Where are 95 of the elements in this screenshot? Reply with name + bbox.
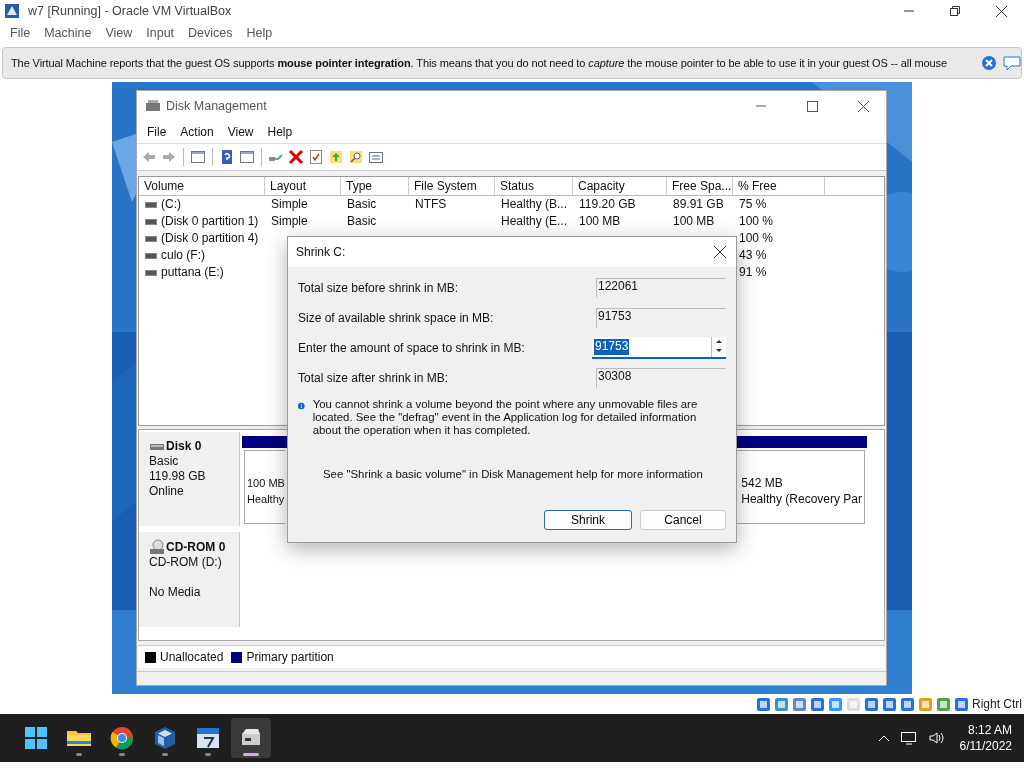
field-label: Size of available shrink space in MB: xyxy=(298,311,494,325)
table-cell-text: 43 % xyxy=(738,247,768,264)
table-cell-text: 100 MB xyxy=(672,213,716,230)
readonly-field: 122061 xyxy=(596,278,726,298)
table-cell-text: 89.91 GB xyxy=(672,196,725,213)
column-header[interactable]: Layout xyxy=(265,177,341,195)
cd-drive-icon xyxy=(149,539,165,555)
folder-search-icon[interactable] xyxy=(348,149,364,165)
field-label: Total size before shrink in MB: xyxy=(298,281,459,295)
legend-label: Unallocated xyxy=(160,650,224,664)
menu-item[interactable]: Help xyxy=(239,26,280,40)
disk-management-icon xyxy=(145,99,161,113)
table-cell-text: Simple xyxy=(270,213,309,230)
table-cell-text: NTFS xyxy=(414,196,448,213)
delete-icon[interactable] xyxy=(288,149,304,165)
table-cell: puttana (E:) xyxy=(139,264,265,281)
menu-item[interactable]: View xyxy=(98,26,140,40)
table-cell-text: 100 % xyxy=(738,213,775,230)
table-cell-text: 100 MB xyxy=(578,213,622,230)
table-cell: (Disk 0 partition 4) xyxy=(139,230,265,247)
table-cell-text: Healthy (B... xyxy=(500,196,569,213)
folder-up-icon[interactable] xyxy=(328,149,344,165)
info-message: You cannot shrink a volume beyond the point where any unmovable files are located. See the "defrag" event in the Application log for detailed information about the operation when it has completed. xyxy=(312,398,699,437)
checklist-icon[interactable] xyxy=(308,149,324,165)
disk-info: Online xyxy=(149,484,185,499)
panel-icon[interactable] xyxy=(190,149,206,165)
field-label: Total size after shrink in MB: xyxy=(298,371,449,385)
column-header[interactable]: Capacity xyxy=(573,177,667,195)
menu-item[interactable]: File xyxy=(3,26,38,40)
panel-icon[interactable] xyxy=(239,149,255,165)
column-header[interactable]: File System xyxy=(409,177,495,195)
partition-size: 100 MB xyxy=(247,476,285,491)
table-cell-text: Basic xyxy=(346,196,378,213)
disk-info: No Media xyxy=(149,585,202,600)
table-cell-text: Basic xyxy=(346,213,378,230)
host-key-label: Right Ctrl xyxy=(972,697,1022,711)
help-icon[interactable] xyxy=(219,149,235,165)
table-cell-text: 119.20 GB xyxy=(578,196,637,213)
table-cell: (C:) xyxy=(139,196,265,213)
menu-item[interactable]: Help xyxy=(260,125,300,139)
partition-block[interactable]: 542 MB Healthy (Recovery Par xyxy=(736,450,865,524)
legend-label: Primary partition xyxy=(246,650,334,664)
disk-info: CD-ROM (D:) xyxy=(149,555,223,570)
cancel-button[interactable]: Cancel xyxy=(640,510,726,530)
start-button[interactable] xyxy=(24,726,48,750)
menu-item[interactable]: File xyxy=(140,125,174,139)
column-header[interactable]: Status xyxy=(495,177,573,195)
taskbar-app[interactable] xyxy=(231,718,271,758)
table-cell-text: 100 % xyxy=(738,230,775,247)
window-title: Disk Management xyxy=(166,99,267,113)
menu-item[interactable]: Devices xyxy=(181,26,240,40)
partition-status: Healthy xyxy=(247,492,285,507)
number-field[interactable]: 91753 xyxy=(592,337,726,359)
menu-item[interactable]: Action xyxy=(173,125,221,139)
partition-status: Healthy (Recovery Par xyxy=(741,491,862,507)
clock-time[interactable]: 8:12 AM xyxy=(967,722,1012,738)
menu-item[interactable]: Machine xyxy=(37,26,99,40)
disk-name: Disk 0 xyxy=(166,439,202,454)
restore-icon[interactable] xyxy=(950,6,960,16)
table-cell-text: 75 % xyxy=(738,196,768,213)
table-cell-text: Healthy (E... xyxy=(500,213,569,230)
table-cell-text: Simple xyxy=(270,196,309,213)
readonly-field: 91753 xyxy=(596,308,726,328)
table-cell-text: 91 % xyxy=(738,264,768,281)
app-logo-icon xyxy=(4,3,20,19)
disk-info: 119.98 GB xyxy=(149,469,207,484)
table-cell: (Disk 0 partition 1) xyxy=(139,213,265,230)
shrink-button[interactable]: Shrink xyxy=(544,510,632,530)
clock-date[interactable]: 6/11/2022 xyxy=(959,738,1012,754)
table-cell: culo (F:) xyxy=(139,247,265,264)
speech-bubble-icon[interactable] xyxy=(1003,55,1021,71)
properties-icon[interactable] xyxy=(368,149,384,165)
disk-info: Basic xyxy=(149,454,180,469)
close-icon[interactable] xyxy=(857,100,869,112)
readonly-field: 30308 xyxy=(596,368,726,388)
column-header[interactable]: Volume xyxy=(139,177,265,195)
help-message: See "Shrink a basic volume" in Disk Management help for more information xyxy=(322,467,704,480)
field-label: Enter the amount of space to shrink in MB: xyxy=(298,341,525,355)
monitor-icon[interactable] xyxy=(899,730,918,746)
column-header[interactable]: Type xyxy=(341,177,409,195)
disk-name: CD-ROM 0 xyxy=(166,539,226,555)
window-title: w7 [Running] - Oracle VM VirtualBox xyxy=(28,4,233,18)
partition-size: 542 MB xyxy=(741,475,784,491)
column-header[interactable]: % Free xyxy=(733,177,825,195)
menu-item[interactable]: View xyxy=(220,125,261,139)
close-icon[interactable] xyxy=(995,5,1007,17)
maximize-icon[interactable] xyxy=(806,100,818,112)
browser-icon xyxy=(108,724,136,752)
dialog-title: Shrink C: xyxy=(296,245,346,259)
close-icon[interactable] xyxy=(714,246,726,258)
menu-item[interactable]: Input xyxy=(139,26,182,40)
notification-message: The Virtual Machine reports that the guest OS supports mouse pointer integration. This means that you do not need to capture the mouse pointer to be able to use it in your guest OS -- all mouse xyxy=(11,57,948,69)
column-header[interactable]: Free Spa... xyxy=(667,177,733,195)
partition-block[interactable]: 100 MB Healthy xyxy=(244,450,285,524)
chevron-up-icon[interactable] xyxy=(877,734,890,742)
